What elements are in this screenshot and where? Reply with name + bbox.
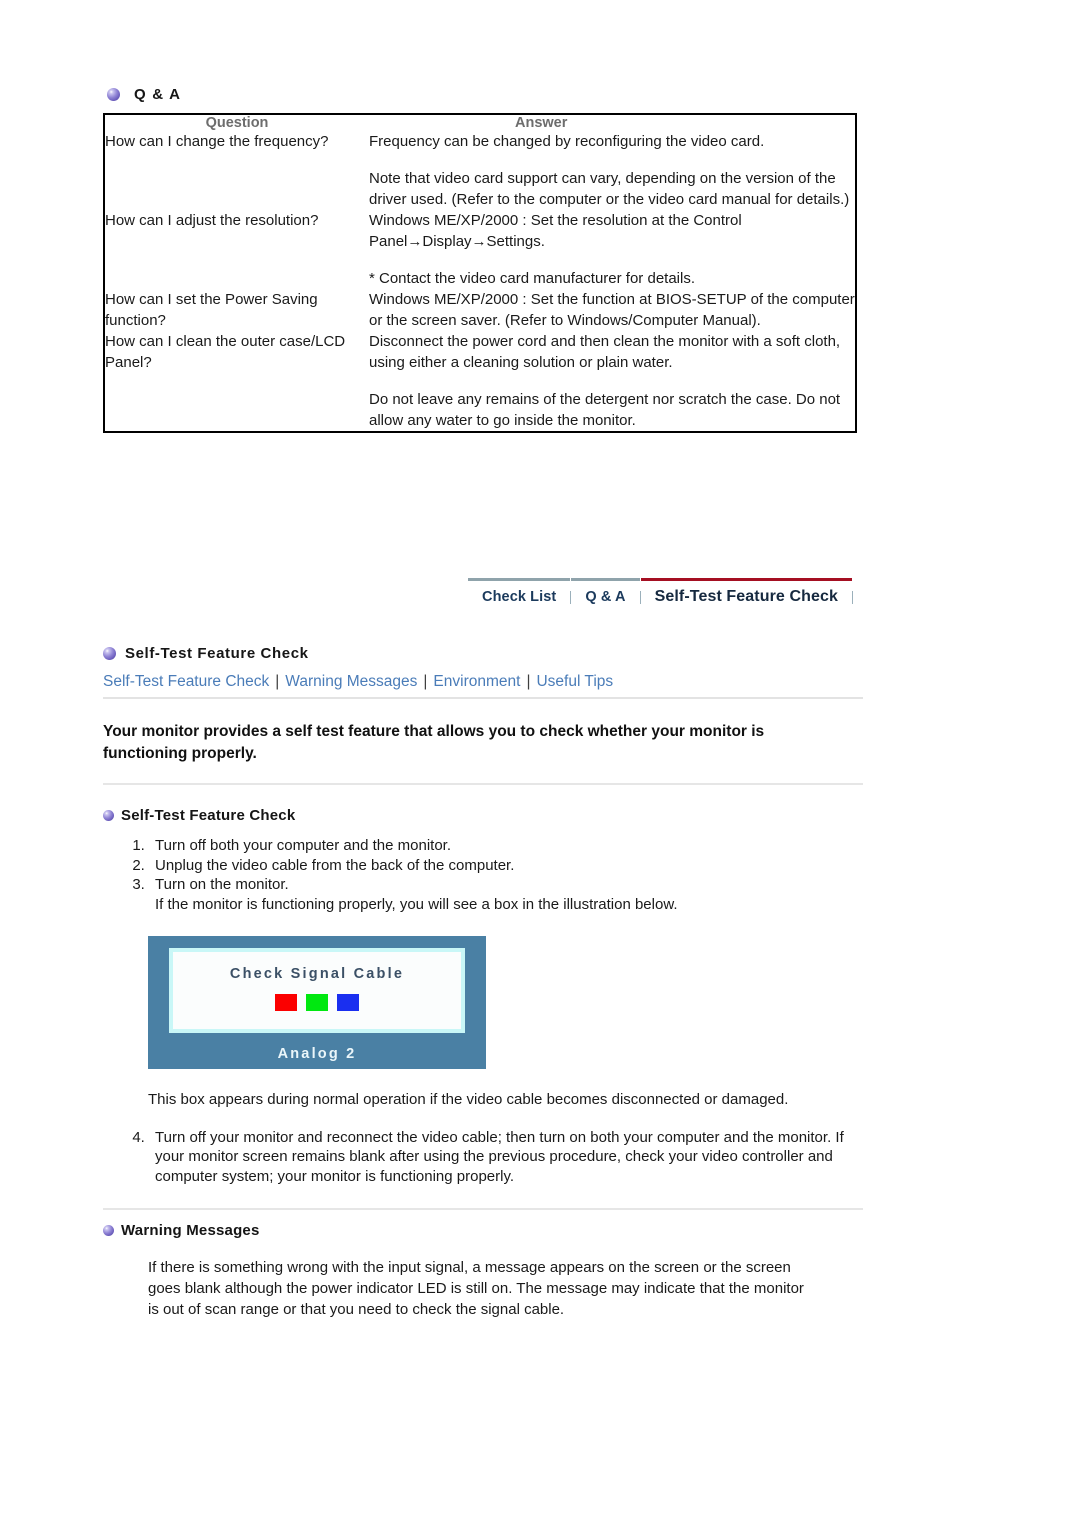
self-test-heading: Self-Test Feature Check (103, 645, 863, 662)
blue-swatch (337, 994, 359, 1011)
answer-paragraph: Disconnect the power cord and then clean… (369, 333, 841, 371)
self-test-section: Self-Test Feature Check Self-Test Featur… (103, 645, 863, 1210)
list-item: Turn off both your computer and the moni… (149, 836, 863, 856)
answer-paragraph: Frequency can be changed by reconfigurin… (369, 133, 765, 150)
bullet-sphere-icon (103, 1225, 114, 1236)
monitor-input-label: Analog 2 (277, 1046, 357, 1062)
step-text: Turn on the monitor. (155, 876, 289, 893)
monitor-screen: Check Signal Cable (173, 952, 461, 1029)
table-row: How can I set the Power Saving function?… (104, 289, 856, 331)
warning-messages-section: Warning Messages If there is something w… (103, 1222, 863, 1320)
column-header-question: Question (205, 115, 269, 131)
subnav-separator: | (275, 673, 280, 690)
green-swatch (306, 994, 328, 1011)
rgb-swatches (275, 994, 359, 1011)
qa-section: Q & A Question Answer How can I change t… (103, 86, 857, 433)
monitor-screen-border: Check Signal Cable (169, 948, 465, 1033)
warning-messages-heading-label: Warning Messages (121, 1222, 260, 1239)
answer-cell: Frequency can be changed by reconfigurin… (369, 131, 856, 210)
subnav-link-environment[interactable]: Environment (433, 673, 520, 690)
breadcrumb: Check List Q & A Self-Test Feature Check (468, 578, 853, 606)
subnav-link-useful-tips[interactable]: Useful Tips (536, 673, 613, 690)
tab-check-list[interactable]: Check List (468, 578, 571, 606)
bullet-sphere-icon (103, 810, 114, 821)
red-swatch (275, 994, 297, 1011)
qa-heading-label: Q & A (134, 86, 182, 103)
sub-navigation: Self-Test Feature Check | Warning Messages… (103, 673, 863, 699)
bullet-sphere-icon (107, 88, 120, 101)
divider (103, 783, 863, 785)
list-item: Unplug the video cable from the back of … (149, 856, 863, 876)
question-cell: How can I change the frequency? (105, 133, 329, 150)
self-test-heading-label: Self-Test Feature Check (125, 645, 309, 662)
tab-q-and-a[interactable]: Q & A (571, 578, 640, 606)
step-text: Turn off your monitor and reconnect the … (155, 1128, 832, 1146)
answer-paragraph: * Contact the video card manufacturer fo… (369, 270, 696, 287)
answer-cell: Windows ME/XP/2000 : Set the resolution … (369, 210, 856, 289)
after-image-paragraph: This box appears during normal operation… (148, 1091, 789, 1108)
step-text: Turn off both your computer and the moni… (155, 837, 452, 854)
bullet-sphere-icon (103, 647, 116, 660)
warning-messages-heading: Warning Messages (103, 1222, 863, 1239)
self-test-sub-heading-label: Self-Test Feature Check (121, 807, 296, 824)
question-cell: How can I adjust the resolution? (105, 212, 319, 229)
monitor-illustration: Check Signal Cable Analog 2 (148, 936, 486, 1069)
qa-table: Question Answer How can I change the fre… (103, 113, 857, 433)
table-row: How can I adjust the resolution? Windows… (104, 210, 856, 289)
question-cell: How can I clean the outer case/LCD Panel… (105, 333, 346, 371)
subnav-separator: | (526, 673, 531, 690)
answer-paragraph: Note that video card support can vary, d… (369, 170, 850, 208)
check-signal-cable-message: Check Signal Cable (229, 966, 405, 982)
step-extra-text: If the monitor is functioning properly, … (155, 895, 678, 913)
subnav-link-warning-messages[interactable]: Warning Messages (285, 673, 417, 690)
answer-cell: Windows ME/XP/2000 : Set the function at… (369, 289, 856, 331)
answer-paragraph: Windows ME/XP/2000 : Set the function at… (369, 291, 855, 329)
tab-label: Self-Test Feature Check (654, 588, 838, 605)
subnav-link-self-test-feature-check[interactable]: Self-Test Feature Check (103, 673, 269, 690)
list-item: Turn on the monitor. If the monitor is f… (149, 875, 863, 914)
divider (103, 1208, 863, 1210)
tab-label: Q & A (585, 589, 626, 605)
table-row: How can I change the frequency? Frequenc… (104, 131, 856, 210)
tab-label: Check List (482, 589, 557, 605)
subnav-separator: | (423, 673, 428, 690)
table-row: How can I clean the outer case/LCD Panel… (104, 331, 856, 432)
table-header-row: Question Answer (104, 114, 856, 131)
qa-heading: Q & A (103, 86, 857, 103)
tab-separator (852, 578, 853, 606)
self-test-steps-list: Turn off both your computer and the moni… (103, 836, 863, 914)
list-item: Turn off your monitor and reconnect the … (149, 1128, 863, 1187)
question-cell: How can I set the Power Saving function? (105, 291, 318, 329)
self-test-steps-continued: Turn off your monitor and reconnect the … (103, 1128, 863, 1187)
lead-paragraph: Your monitor provides a self test featur… (103, 723, 765, 762)
step-text: Unplug the video cable from the back of … (155, 856, 515, 874)
answer-paragraph: Do not leave any remains of the detergen… (369, 391, 841, 429)
answer-paragraph: Windows ME/XP/2000 : Set the resolution … (369, 212, 742, 250)
column-header-answer: Answer (515, 115, 568, 131)
answer-cell: Disconnect the power cord and then clean… (369, 331, 856, 432)
self-test-sub-heading: Self-Test Feature Check (103, 807, 863, 824)
warning-messages-body: If there is something wrong with the inp… (148, 1259, 804, 1318)
tab-self-test-feature-check[interactable]: Self-Test Feature Check (640, 578, 852, 606)
